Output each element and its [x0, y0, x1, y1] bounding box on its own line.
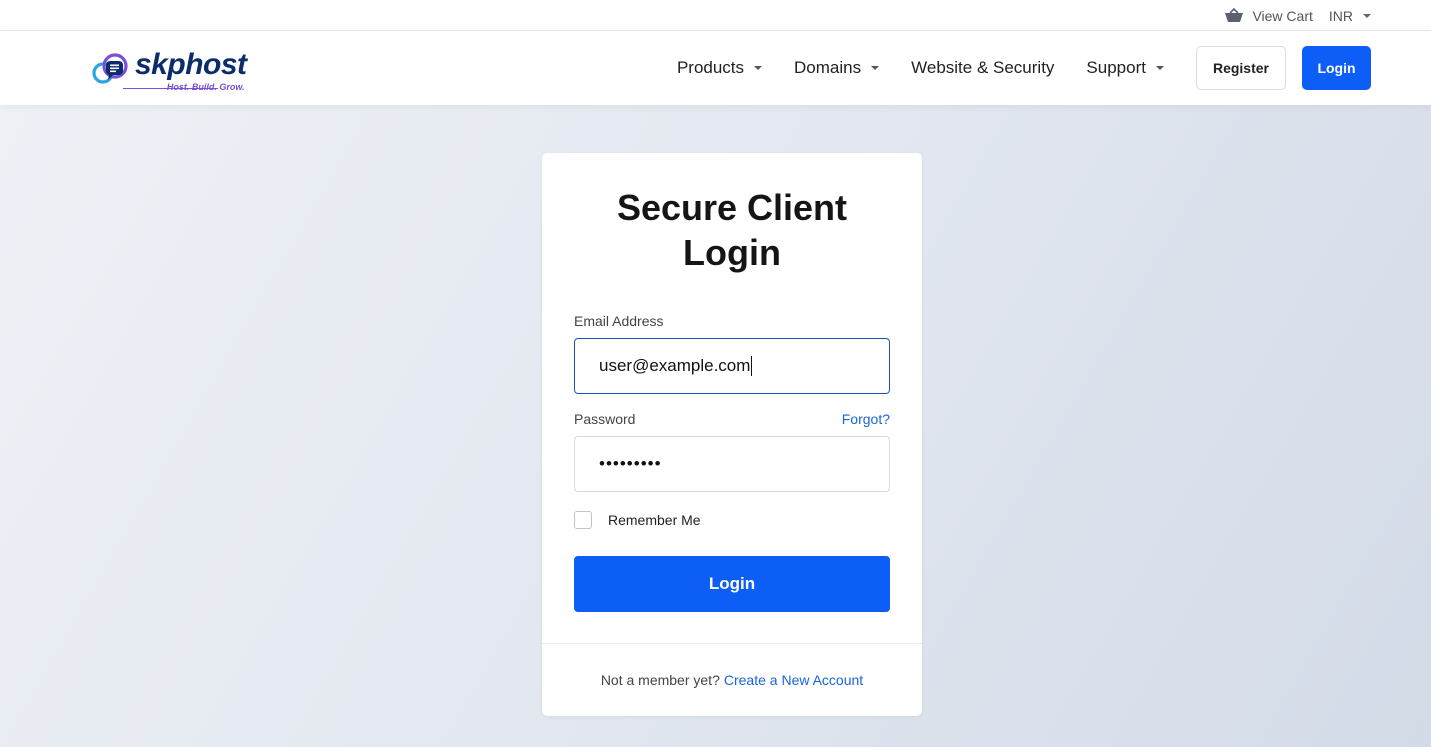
nav-item-label: Domains	[794, 58, 862, 77]
page-title: Secure Client Login	[616, 187, 848, 273]
header-login-button[interactable]: Login	[1302, 46, 1371, 90]
remember-me-label[interactable]: Remember Me	[608, 512, 701, 528]
nav-item-website-security[interactable]: Website & Security	[911, 58, 1054, 78]
nav-item-label: Website & Security	[911, 58, 1055, 77]
top-utility-bar: View Cart INR	[0, 0, 1431, 31]
login-card: Secure Client Login Email Address user@e…	[542, 153, 922, 716]
remember-me-checkbox[interactable]	[574, 511, 592, 529]
card-footer: Not a member yet? Create a New Account	[542, 643, 922, 716]
login-form: Email Address user@example.com Password …	[574, 313, 890, 612]
password-label: Password	[574, 411, 636, 427]
chevron-down-icon	[1155, 66, 1164, 70]
top-utility-actions: View Cart INR	[1224, 0, 1371, 31]
email-label-row: Email Address	[574, 313, 890, 329]
register-button[interactable]: Register	[1195, 46, 1286, 90]
forgot-password-link[interactable]: Forgot?	[842, 411, 890, 427]
nav-item-products[interactable]: Products	[676, 58, 763, 78]
brand-tagline: Host. Build. Grow.	[166, 82, 245, 92]
brand-logo[interactable]: skphost Host. Build. Grow.	[91, 45, 247, 93]
view-cart-label: View Cart	[1252, 7, 1313, 24]
main-navbar: skphost Host. Build. Grow. Products Doma…	[0, 31, 1431, 105]
chevron-down-icon	[1363, 13, 1371, 18]
text-cursor	[751, 356, 753, 376]
nav-item-label: Support	[1086, 58, 1146, 77]
basket-icon	[1224, 7, 1244, 24]
primary-menu: Products Domains Website & Security Supp…	[677, 31, 1371, 105]
email-field[interactable]: user@example.com	[574, 338, 890, 394]
password-label-row: Password Forgot?	[574, 411, 890, 427]
signup-prompt: Not a member yet?	[600, 672, 720, 688]
login-submit-button[interactable]: Login	[574, 556, 890, 612]
view-cart-link[interactable]: View Cart	[1224, 7, 1313, 24]
password-value: •••••••••	[599, 454, 662, 473]
main-content: Secure Client Login Email Address user@e…	[0, 105, 1431, 747]
nav-item-domains[interactable]: Domains	[794, 58, 880, 78]
currency-selector[interactable]: INR	[1329, 8, 1371, 24]
create-account-link[interactable]: Create a New Account	[724, 672, 863, 688]
nav-item-label: Products	[676, 58, 745, 77]
currency-label: INR	[1328, 7, 1353, 24]
chevron-down-icon	[754, 66, 763, 70]
chevron-down-icon	[871, 66, 880, 70]
email-label: Email Address	[574, 313, 664, 329]
email-value: user@example.com	[599, 356, 751, 375]
nav-item-support[interactable]: Support	[1086, 58, 1164, 78]
remember-me-row: Remember Me	[574, 511, 890, 529]
brand-wordmark: skphost Host. Build. Grow.	[123, 48, 247, 92]
password-field[interactable]: •••••••••	[574, 436, 890, 492]
cloud-chat-logo-icon	[91, 52, 137, 86]
brand-name: skphost	[135, 48, 247, 81]
